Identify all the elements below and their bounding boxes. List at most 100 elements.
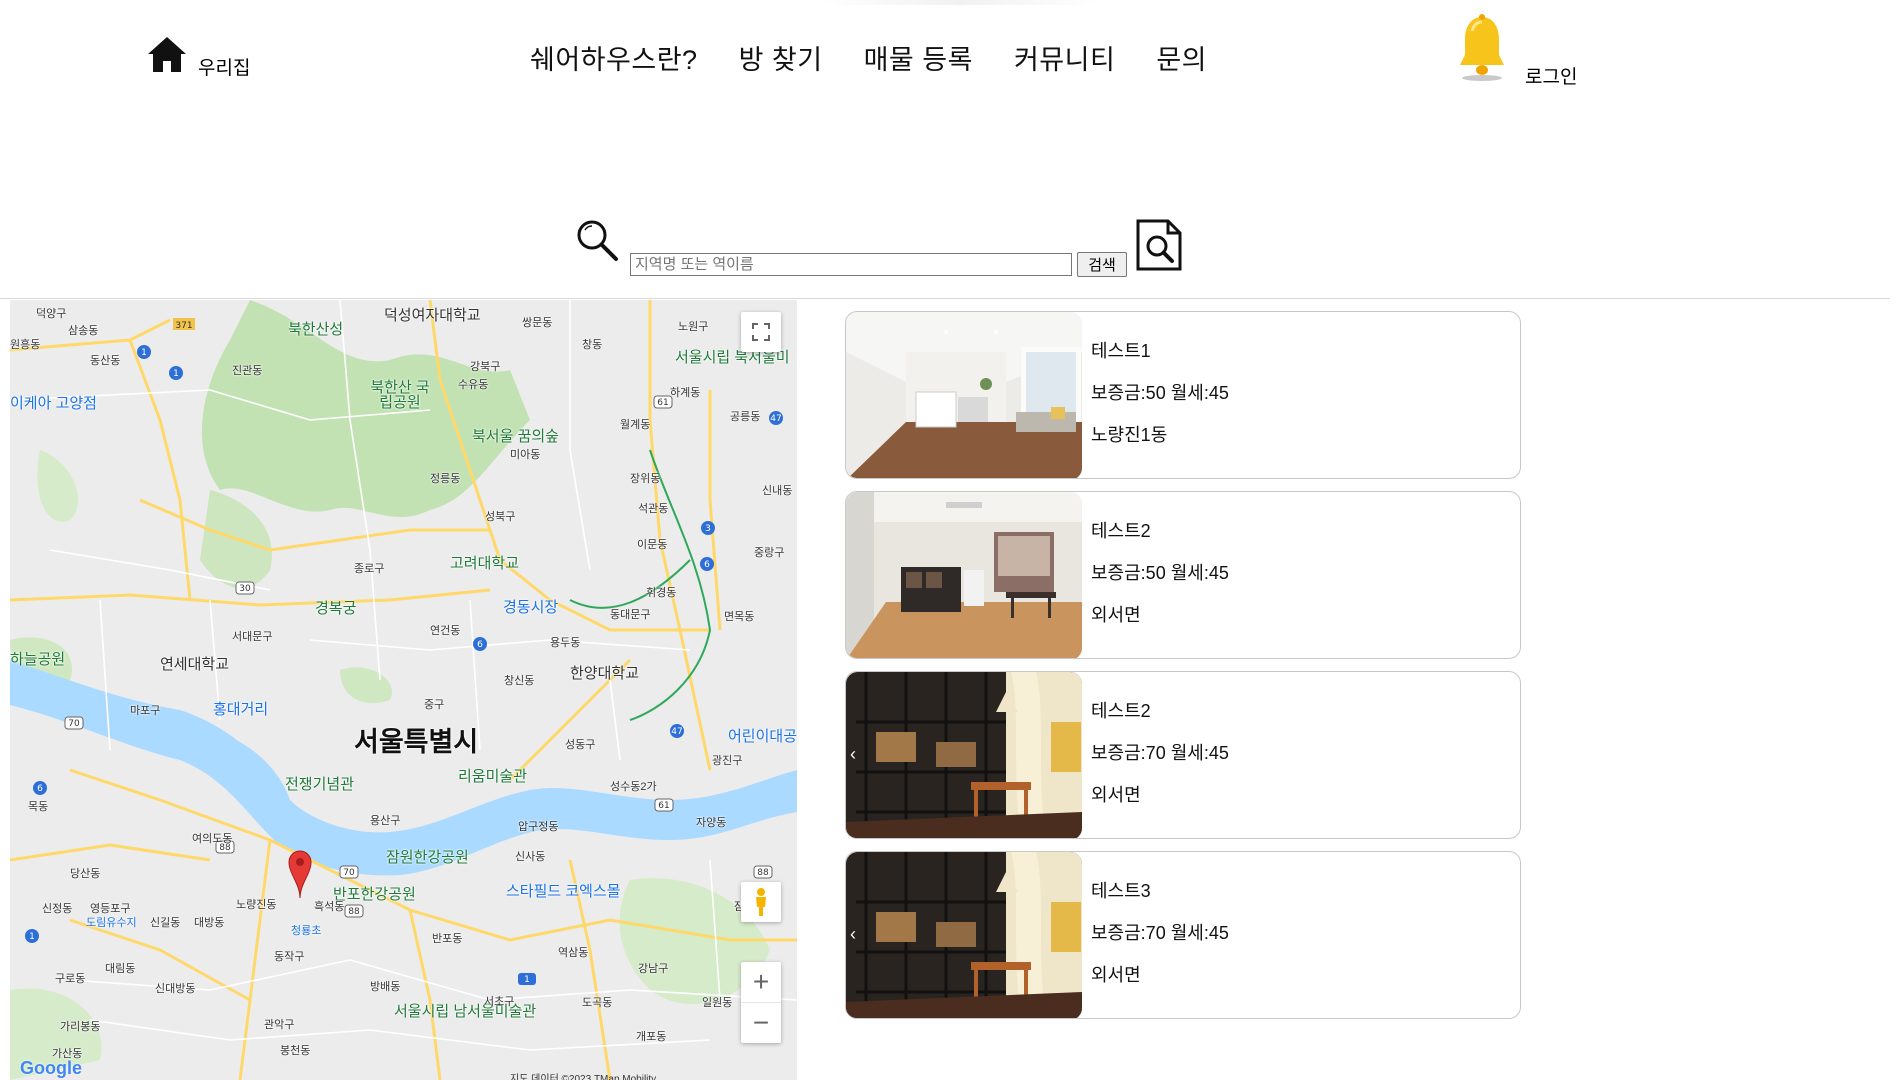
search-input[interactable] xyxy=(630,253,1072,276)
svg-text:47: 47 xyxy=(671,727,682,737)
map-label: 연세대학교 xyxy=(160,656,230,673)
map-label: 북서울 꿈의숲 xyxy=(472,428,559,445)
chevron-left-icon[interactable]: ‹ xyxy=(850,924,856,945)
listing-price: 보증금:70 월세:45 xyxy=(1091,743,1229,763)
zoom-in-button[interactable]: + xyxy=(741,963,781,1003)
room-photo-wood-floor xyxy=(846,492,1082,658)
svg-text:6: 6 xyxy=(37,784,43,794)
listing-location: 외서면 xyxy=(1091,785,1141,805)
main-nav: 쉐어하우스란? 방 찾기 매물 등록 커뮤니티 문의 xyxy=(530,38,1207,77)
map-label: 장위동 xyxy=(630,473,661,485)
map-label: 어린이대공 xyxy=(728,728,797,745)
svg-text:1: 1 xyxy=(524,975,530,985)
map-label: 석관동 xyxy=(638,503,669,515)
map-label: 관악구 xyxy=(264,1019,295,1031)
nav-item-community[interactable]: 커뮤니티 xyxy=(1014,38,1115,77)
nav-item-register-listing[interactable]: 매물 등록 xyxy=(864,38,973,77)
map-label: 면목동 xyxy=(724,611,755,623)
map-label: 창신동 xyxy=(504,675,535,687)
map-label: 미아동 xyxy=(510,449,541,461)
nav-item-inquiry[interactable]: 문의 xyxy=(1156,38,1207,77)
room-photo xyxy=(846,492,1082,658)
listing-info: 테스트2 보증금:50 월세:45 외서면 xyxy=(1091,510,1229,636)
map-label: 동대문구 xyxy=(610,609,651,621)
map-label: 신내동 xyxy=(762,485,793,497)
room-photo xyxy=(846,672,1082,838)
listing-title: 테스트1 xyxy=(1091,341,1151,361)
document-search-icon[interactable] xyxy=(1135,218,1183,272)
home-logo-link[interactable]: 우리집 xyxy=(144,32,250,79)
fullscreen-button[interactable] xyxy=(741,312,781,352)
map-label: 노량진동 xyxy=(236,899,277,911)
svg-text:3: 3 xyxy=(705,524,711,534)
map-label: 이케아 고양점 xyxy=(10,395,97,412)
map-label: 당산동 xyxy=(70,868,101,880)
svg-text:6: 6 xyxy=(704,560,710,570)
listing-card[interactable]: ‹ 테스트2 보증금:70 월세:45 외서면 xyxy=(845,671,1521,839)
map-label: 용두동 xyxy=(550,637,581,649)
listing-card[interactable]: 테스트1 보증금:50 월세:45 노량진1동 xyxy=(845,311,1521,479)
map-label: 성북구 xyxy=(485,511,516,523)
map-label: 잠원한강공원 xyxy=(386,849,469,866)
map-label: 강남구 xyxy=(638,963,669,975)
listing-info: 테스트3 보증금:70 월세:45 외서면 xyxy=(1091,870,1229,996)
map-label: 강북구 xyxy=(470,361,501,373)
street-view-button[interactable] xyxy=(741,882,781,922)
search-button[interactable]: 검색 xyxy=(1077,252,1127,277)
map-label: 덕성여자대학교 xyxy=(384,307,481,324)
nav-item-about[interactable]: 쉐어하우스란? xyxy=(530,38,698,77)
map-label: 동작구 xyxy=(274,951,305,963)
map-label: 노원구 xyxy=(678,321,709,333)
map-label: 창동 xyxy=(582,339,603,351)
map-label: 신대방동 xyxy=(155,983,196,995)
bell-icon[interactable] xyxy=(1456,13,1508,83)
svg-text:70: 70 xyxy=(68,719,80,729)
map-label: 종로구 xyxy=(354,563,385,575)
map-label: 목동 xyxy=(28,801,49,813)
map-label: 원흥동 xyxy=(10,339,41,351)
map-label: 정릉동 xyxy=(430,473,461,485)
listing-card[interactable]: ‹ 테스트3 보증금:70 월세:45 외서면 xyxy=(845,851,1521,1019)
svg-text:88: 88 xyxy=(757,868,769,878)
zoom-out-button[interactable]: − xyxy=(741,1003,781,1043)
svg-text:371: 371 xyxy=(175,321,192,331)
map-label: 반포동 xyxy=(432,933,463,945)
map-label: 흑석동 xyxy=(314,901,345,913)
listing-card[interactable]: 테스트2 보증금:50 월세:45 외서면 xyxy=(845,491,1521,659)
top-gradient-bar xyxy=(820,0,1100,5)
nav-item-find-room[interactable]: 방 찾기 xyxy=(739,38,823,77)
map-label: 하늘공원 xyxy=(10,651,66,668)
map-label: 신사동 xyxy=(515,851,546,863)
map-label: 자양동 xyxy=(696,817,727,829)
map-label: 역삼동 xyxy=(558,947,589,959)
map-label: 경복궁 xyxy=(315,600,357,617)
map-label: 경동시장 xyxy=(503,599,559,616)
map-label: 하계동 xyxy=(670,387,701,399)
login-link[interactable]: 로그인 xyxy=(1525,62,1577,89)
map-label: 도림유수지 xyxy=(86,917,137,929)
svg-text:88: 88 xyxy=(348,907,360,917)
svg-text:61: 61 xyxy=(658,801,669,811)
map-label: 반포한강공원 xyxy=(333,886,416,903)
svg-text:61: 61 xyxy=(657,398,668,408)
listing-title: 테스트3 xyxy=(1091,881,1151,901)
svg-text:70: 70 xyxy=(343,868,355,878)
map-label: 중구 xyxy=(424,699,445,711)
map-label: 청룡초 xyxy=(291,925,322,937)
search-icon xyxy=(577,220,618,261)
map-label: 용산구 xyxy=(370,815,401,827)
map-label: 성수동2가 xyxy=(610,781,657,793)
map-label: 홍대거리 xyxy=(213,701,269,718)
chevron-left-icon[interactable]: ‹ xyxy=(850,744,856,765)
map-label: 스타필드 코엑스몰 xyxy=(506,883,621,900)
fullscreen-icon xyxy=(752,323,770,341)
map-label: 광진구 xyxy=(712,755,743,767)
map-view[interactable]: 371 1 1 3 6 6 61 47 30 70 88 70 88 61 47… xyxy=(10,300,797,1080)
listing-location: 외서면 xyxy=(1091,965,1141,985)
map-label: 봉천동 xyxy=(280,1045,311,1057)
room-photo xyxy=(846,312,1082,478)
map-label: 삼송동 xyxy=(68,325,99,337)
map-city-label: 서울특별시 xyxy=(354,727,479,757)
map-label: 서울시립 남서울미술관 xyxy=(394,1003,537,1020)
map-attribution[interactable]: 지도 데이터 ©2023 TMap Mobility xyxy=(510,1070,656,1080)
